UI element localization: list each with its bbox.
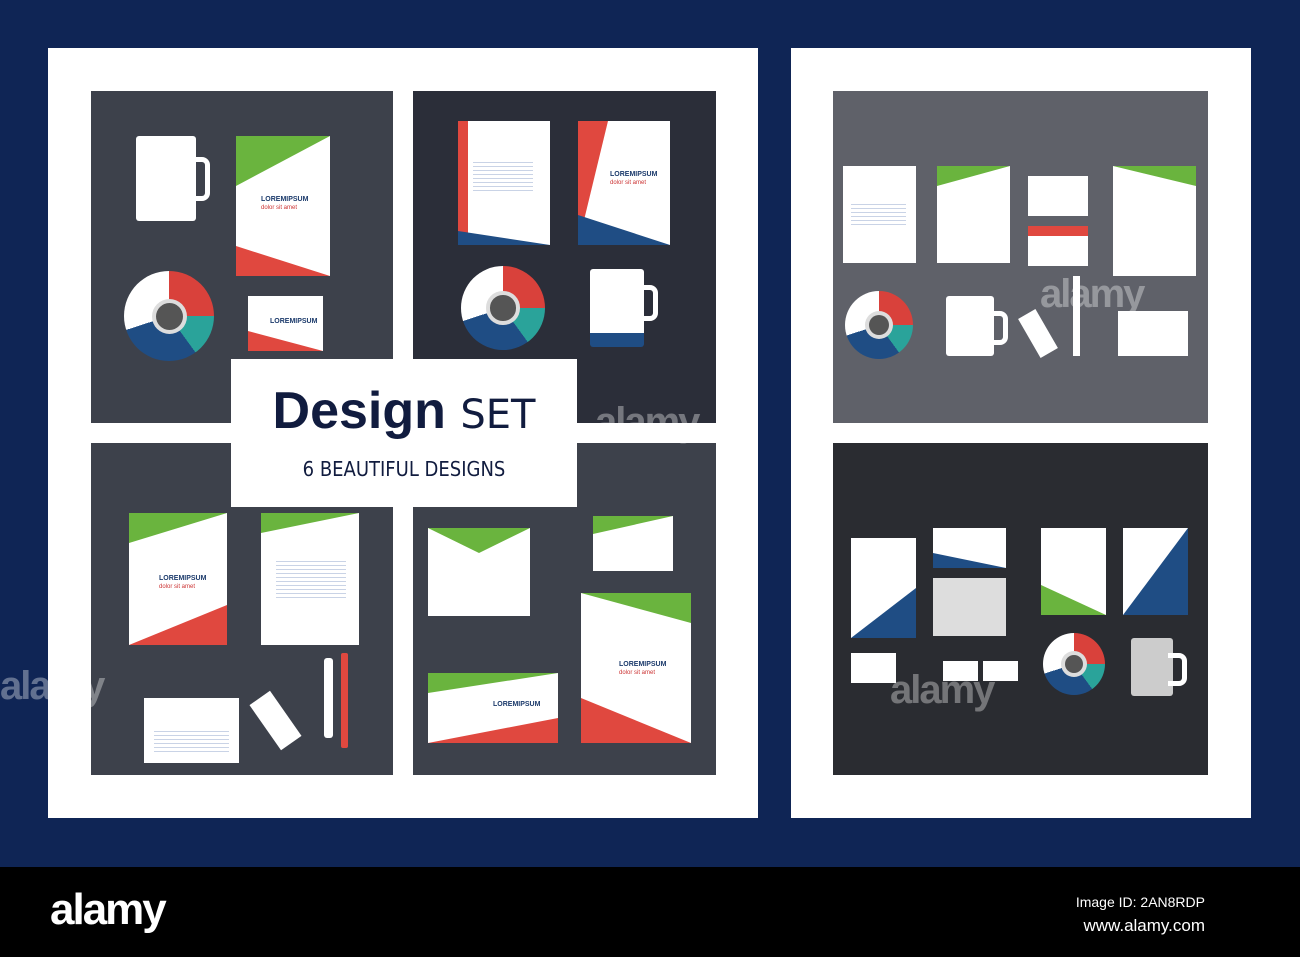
watermark: alamy [1040,272,1145,316]
folder [937,166,1010,263]
mug [1131,638,1187,696]
design-set-label: Design SET 6 BEAUTIFUL DESIGNS [231,359,577,507]
mug [136,136,210,221]
envelope [933,578,1006,636]
letterhead [261,513,359,645]
folder [1041,528,1106,615]
footer-bar: alamy Image ID: 2AN8RDP www.alamy.com [0,867,1300,957]
compliment-slip [933,528,1006,568]
title: Design SET [231,381,577,441]
envelope [428,528,530,616]
folder: LOREMIPSUM dolor sit amet [129,513,227,645]
pencil [341,653,348,748]
brand-text: LOREMIPSUM [270,318,318,325]
shopping-bag [851,538,916,638]
usb-drive [249,690,302,751]
alamy-logo: alamy [50,885,167,934]
tile-dark-set [833,443,1208,775]
tile-gray-set [833,91,1208,423]
envelope-front: LOREMIPSUM [428,673,558,743]
id-badge [144,698,239,763]
folder: LOREMIPSUM dolor sit amet [578,121,670,245]
subtitle: 6 BEAUTIFUL DESIGNS [302,457,506,481]
right-sheet [791,48,1251,818]
tagline-text: dolor sit amet [261,205,298,211]
tagline-text: dolor sit amet [610,180,647,186]
brand-text: LOREMIPSUM [619,661,667,668]
mug [590,269,658,347]
mug [946,296,1008,356]
cd-disc [1043,633,1105,695]
business-card [1028,176,1088,216]
cd-disc [124,271,214,361]
brand-text: LOREMIPSUM [610,171,658,178]
watermark: alamy [595,400,700,444]
compliment-slip [593,516,673,571]
notebook [1113,166,1196,276]
watermark: alamy [0,664,105,708]
brand-text: LOREMIPSUM [493,701,541,708]
cd-disc [461,266,545,350]
letterhead [458,121,550,245]
brand-text: LOREMIPSUM [261,196,309,203]
business-card: LOREMIPSUM [248,296,323,351]
image-id: Image ID: 2AN8RDP [1075,894,1205,910]
letterhead [843,166,916,263]
notebook: LOREMIPSUM dolor sit amet [581,593,691,743]
title-main: Design [272,382,446,440]
folder [1123,528,1188,615]
pen [324,658,333,738]
id-badge [1118,311,1188,356]
business-card [1028,226,1088,266]
cd-disc [845,291,913,359]
shopping-bag: LOREMIPSUM dolor sit amet [236,136,330,276]
title-accent: SET [460,392,536,438]
brand-text: LOREMIPSUM [159,575,207,582]
site-url[interactable]: www.alamy.com [1083,916,1205,936]
watermark: alamy [890,668,995,712]
tagline-text: dolor sit amet [619,670,656,676]
tagline-text: dolor sit amet [159,584,196,590]
